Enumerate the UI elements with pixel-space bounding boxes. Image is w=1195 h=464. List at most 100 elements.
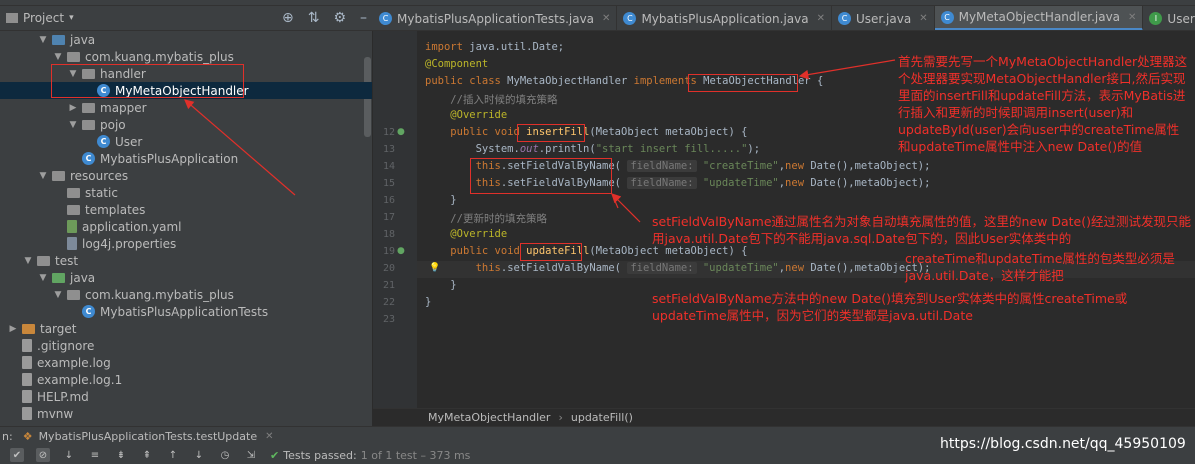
tree-item[interactable]: C User bbox=[0, 133, 372, 150]
tree-item[interactable]: log4j.properties bbox=[0, 235, 372, 252]
java-class-icon: C bbox=[837, 12, 851, 25]
passed-check-icon: ✔ bbox=[270, 448, 280, 462]
code-line[interactable]: @Override bbox=[425, 228, 507, 240]
chevron-right-icon[interactable]: ▶ bbox=[68, 103, 78, 113]
tree-item[interactable]: ▼ com.kuang.mybatis_plus bbox=[0, 48, 372, 65]
close-icon[interactable]: ✕ bbox=[1128, 12, 1136, 23]
expand-all-icon[interactable]: ⇟ bbox=[114, 448, 128, 462]
chevron-down-icon[interactable]: ▼ bbox=[68, 120, 78, 130]
gear-icon[interactable]: ⚙ bbox=[333, 10, 346, 26]
line-number: 12 bbox=[382, 127, 395, 138]
chevron-right-icon[interactable]: ▶ bbox=[8, 324, 18, 334]
tests-passed-count: 1 of 1 test – 373 ms bbox=[360, 448, 471, 462]
run-tab-label: MybatisPlusApplicationTests.testUpdate bbox=[38, 430, 258, 443]
tree-item-label: HELP.md bbox=[37, 389, 89, 404]
chevron-down-icon[interactable]: ▼ bbox=[53, 290, 63, 300]
tab-0[interactable]: C MybatisPlusApplicationTests.java ✕ bbox=[373, 6, 618, 30]
bulb-icon[interactable]: 💡 bbox=[429, 263, 440, 273]
tree-item-label: mvnw bbox=[37, 406, 74, 421]
chevron-down-icon[interactable]: ▼ bbox=[38, 273, 48, 283]
tree-item[interactable]: ▶ target bbox=[0, 320, 372, 337]
prev-failed-icon[interactable]: ↑ bbox=[166, 448, 180, 462]
collapse-all-icon[interactable]: ⇞ bbox=[140, 448, 154, 462]
sort-duration-icon[interactable]: ≡ bbox=[88, 448, 102, 462]
tab-2[interactable]: C User.java ✕ bbox=[832, 6, 935, 30]
chevron-down-icon[interactable]: ▾ bbox=[69, 13, 74, 23]
code-line[interactable]: this.setFieldValByName( fieldName: "upda… bbox=[425, 262, 930, 274]
close-icon[interactable]: ✕ bbox=[265, 431, 273, 442]
code-line[interactable]: } bbox=[425, 194, 456, 206]
locate-icon[interactable]: ⊕ bbox=[282, 10, 294, 26]
code-line[interactable]: //插入时候的填充策略 bbox=[425, 92, 557, 107]
tab-3[interactable]: C MyMetaObjectHandler.java ✕ bbox=[934, 6, 1144, 30]
watermark: https://blog.csdn.net/qq_45950109 bbox=[940, 436, 1186, 452]
chevron-down-icon[interactable]: ▼ bbox=[38, 35, 48, 45]
code-line[interactable]: } bbox=[425, 296, 431, 308]
chevron-down-icon[interactable]: ▼ bbox=[38, 171, 48, 181]
java-class-icon: C bbox=[379, 12, 392, 25]
code-line[interactable]: @Override bbox=[425, 109, 507, 121]
tree-item[interactable]: C MybatisPlusApplication bbox=[0, 150, 372, 167]
tree-item[interactable]: mvnw bbox=[0, 405, 372, 422]
code-line[interactable]: System.out.println("start insert fill...… bbox=[425, 143, 761, 155]
tab-1[interactable]: C MybatisPlusApplication.java ✕ bbox=[617, 6, 832, 30]
line-number: 14 bbox=[382, 161, 395, 172]
tab-4[interactable]: IUserMapper.java✕ bbox=[1143, 6, 1195, 30]
tree-item-label: test bbox=[55, 253, 79, 268]
tree-item[interactable]: ▼ resources bbox=[0, 167, 372, 184]
override-marker-icon[interactable]: ● bbox=[397, 127, 405, 137]
tab-label: MyMetaObjectHandler.java bbox=[958, 10, 1121, 24]
annotation-note-2: setFieldValByName通过属性名为对象自动填充属性的值，这里的new… bbox=[652, 214, 1191, 246]
show-ignored-icon[interactable]: ⊘ bbox=[36, 448, 50, 462]
code-line[interactable]: } bbox=[425, 279, 456, 291]
code-line[interactable]: public void insertFill(MetaObject metaOb… bbox=[425, 126, 747, 138]
tree-item[interactable]: HELP.md bbox=[0, 388, 372, 405]
tree-item[interactable]: ▶ mapper bbox=[0, 99, 372, 116]
java-class-icon: C bbox=[940, 10, 954, 24]
tree-item-label: example.log bbox=[37, 355, 111, 370]
show-passed-icon[interactable]: ✔ bbox=[10, 448, 24, 462]
export-icon[interactable]: ⇲ bbox=[244, 448, 258, 462]
chevron-down-icon[interactable]: ▼ bbox=[53, 52, 63, 62]
tree-item[interactable]: ▼ com.kuang.mybatis_plus bbox=[0, 286, 372, 303]
tree-item[interactable]: example.log.1 bbox=[0, 371, 372, 388]
code-line[interactable]: //更新时的填充策略 bbox=[425, 211, 547, 226]
file-icon bbox=[22, 373, 32, 386]
file-icon bbox=[22, 407, 32, 420]
tree-item[interactable]: application.yaml bbox=[0, 218, 372, 235]
line-number: 16 bbox=[382, 195, 395, 206]
tree-item[interactable]: ▼ java bbox=[0, 31, 372, 48]
code-line[interactable]: @Component bbox=[425, 58, 488, 70]
tree-item[interactable]: ▼ test bbox=[0, 252, 372, 269]
breadcrumb: MyMetaObjectHandler › updateFill() bbox=[373, 408, 1195, 426]
folder-icon bbox=[52, 272, 65, 283]
chevron-down-icon[interactable]: ▼ bbox=[23, 256, 33, 266]
close-icon[interactable]: ✕ bbox=[602, 13, 610, 24]
close-icon[interactable]: ✕ bbox=[817, 13, 825, 24]
override-marker-icon[interactable]: ● bbox=[397, 246, 405, 256]
close-icon[interactable]: ✕ bbox=[919, 13, 927, 24]
code-line[interactable]: import java.util.Date; bbox=[425, 41, 564, 53]
tree-item[interactable]: static bbox=[0, 184, 372, 201]
next-failed-icon[interactable]: ↓ bbox=[192, 448, 206, 462]
tree-item[interactable]: C MybatisPlusApplicationTests bbox=[0, 303, 372, 320]
tree-item[interactable]: ▼ pojo bbox=[0, 116, 372, 133]
java-class-icon: I bbox=[1149, 12, 1163, 25]
tree-item[interactable]: ▼ java bbox=[0, 269, 372, 286]
tree-item[interactable]: .gitignore bbox=[0, 337, 372, 354]
line-number: 19 bbox=[382, 246, 395, 257]
tree-item-label: pojo bbox=[100, 117, 126, 132]
run-tab[interactable]: ❖ MybatisPlusApplicationTests.testUpdate… bbox=[23, 430, 274, 443]
project-view-label[interactable]: Project bbox=[23, 11, 64, 25]
folder-icon bbox=[82, 102, 95, 113]
sort-alpha-icon[interactable]: ↓ bbox=[62, 448, 76, 462]
tree-item[interactable]: templates bbox=[0, 201, 372, 218]
tab-label: MybatisPlusApplicationTests.java bbox=[397, 11, 595, 26]
breadcrumb-method[interactable]: updateFill() bbox=[571, 411, 633, 424]
tree-item-label: mapper bbox=[100, 100, 147, 115]
history-icon[interactable]: ◷ bbox=[218, 448, 232, 462]
collapse-icon[interactable]: ⇅ bbox=[308, 10, 320, 26]
tree-item[interactable]: example.log bbox=[0, 354, 372, 371]
breadcrumb-class[interactable]: MyMetaObjectHandler bbox=[428, 411, 550, 424]
minimize-icon[interactable]: – bbox=[360, 10, 367, 26]
